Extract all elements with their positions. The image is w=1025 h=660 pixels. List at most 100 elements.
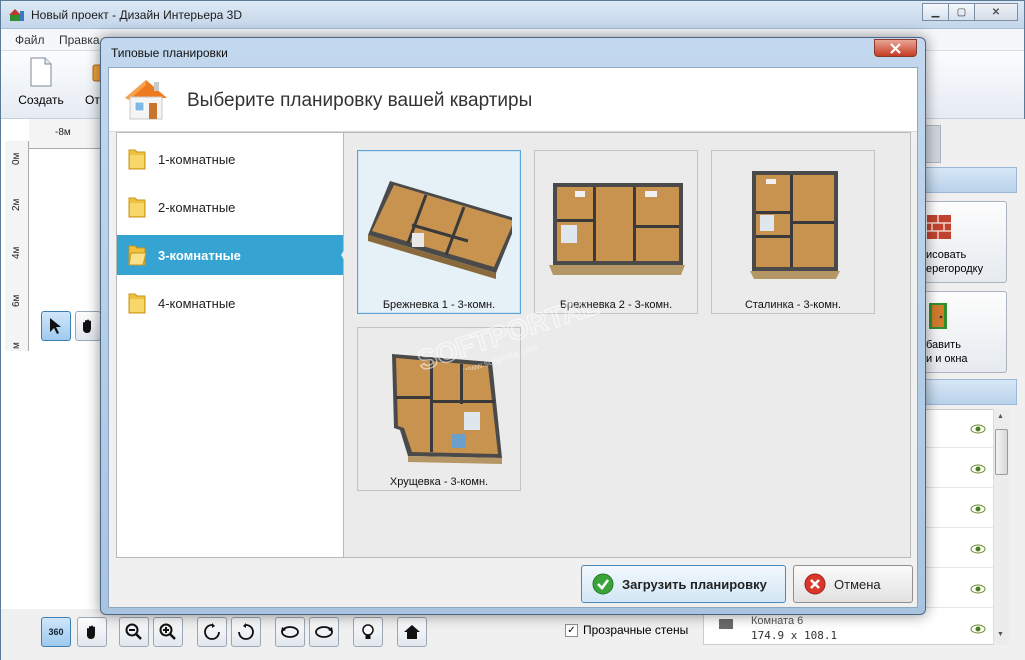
room-icon	[719, 619, 733, 629]
add-doors-windows-button[interactable]: бавить и и окна	[919, 291, 1007, 373]
new-document-icon	[30, 57, 52, 87]
menu-file[interactable]: Файл	[15, 33, 45, 47]
layout-caption: Брежневка 2 - 3-комн.	[559, 299, 673, 311]
draw-partition-button[interactable]: исовать ерегородку	[919, 201, 1007, 283]
orbit-left-icon	[281, 626, 299, 638]
create-button[interactable]: Создать	[15, 57, 67, 107]
hand-icon	[87, 625, 95, 639]
close-icon	[890, 42, 901, 54]
scroll-thumb[interactable]	[995, 429, 1008, 475]
menu-edit[interactable]: Правка	[59, 33, 100, 47]
category-list: 1-комнатные 2-комнатные 3-комнатные 4-ко…	[116, 132, 354, 558]
layout-tile-brezhnevka-1[interactable]: Брежневка 1 - 3-комн.	[357, 150, 521, 314]
minimize-button[interactable]: ▁	[922, 3, 949, 21]
dialog-heading: Выберите планировку вашей квартиры	[187, 90, 533, 111]
draw-partition-line-2: ерегородку	[926, 263, 984, 275]
pan-view-button[interactable]	[77, 617, 107, 647]
load-layout-button[interactable]: Загрузить планировку	[581, 565, 786, 603]
room-name: Комната 6	[751, 615, 804, 627]
home-view-button[interactable]	[397, 617, 427, 647]
window-title: Новый проект - Дизайн Интерьера 3D	[31, 8, 243, 22]
open-button[interactable]: Отк	[71, 57, 114, 107]
layout-caption: Хрущевка - 3-комн.	[389, 476, 489, 488]
category-2-room[interactable]: 2-комнатные	[117, 187, 343, 227]
floor-plan-thumbnail	[368, 181, 512, 279]
dialog-header: Выберите планировку вашей квартиры	[109, 68, 917, 132]
folder-icon	[128, 293, 146, 314]
add-doors-line-2: и и окна	[926, 353, 968, 365]
layout-tile-brezhnevka-2[interactable]: Брежневка 2 - 3-комн.	[534, 150, 698, 314]
ruler-left-label-3: 6м	[11, 294, 22, 307]
pan-tool-button[interactable]	[75, 311, 101, 341]
scroll-down-icon[interactable]: ▼	[997, 631, 1004, 638]
door-icon	[929, 303, 947, 329]
close-button[interactable]: ✕	[974, 3, 1018, 21]
ruler-left-label-4: м	[11, 342, 22, 349]
cancel-button[interactable]: Отмена	[793, 565, 913, 603]
objects-scrollbar[interactable]: ▲ ▼	[993, 409, 1009, 645]
visibility-eye-icon[interactable]	[970, 464, 986, 474]
transparent-walls-checkbox[interactable]: ✓	[565, 623, 578, 637]
floor-plan-thumbnail	[392, 354, 502, 464]
floor-plan-thumbnail	[549, 183, 685, 275]
list-item[interactable]	[704, 610, 994, 648]
ruler-left-label-0: 0м	[11, 152, 22, 165]
rotate-left-button[interactable]	[197, 617, 227, 647]
house-icon	[125, 80, 167, 120]
light-button[interactable]	[353, 617, 383, 647]
rotate-right-icon	[238, 623, 254, 640]
right-panel-header	[919, 167, 1017, 193]
cancel-label: Отмена	[834, 576, 881, 592]
load-layout-label: Загрузить планировку	[622, 576, 767, 592]
ruler-left-label-1: 2м	[11, 198, 22, 211]
home-icon	[404, 625, 420, 639]
category-4-room[interactable]: 4-комнатные	[117, 283, 343, 323]
visibility-eye-icon[interactable]	[970, 504, 986, 514]
open-folder-icon	[128, 245, 147, 266]
layout-tile-khrushchevka[interactable]: Хрущевка - 3-комн.	[357, 327, 521, 491]
zoom-in-button[interactable]	[153, 617, 183, 647]
dialog-body: Выберите планировку вашей квартиры 1-ком…	[108, 67, 918, 608]
transparent-walls-option[interactable]: ✓ Прозрачные стены	[565, 623, 688, 637]
scroll-up-icon[interactable]: ▲	[997, 413, 1004, 420]
category-3-room[interactable]: 3-комнатные	[117, 235, 354, 275]
folder-icon	[128, 197, 146, 218]
visibility-eye-icon[interactable]	[970, 424, 986, 434]
dialog-title: Типовые планировки	[111, 46, 228, 60]
rotate-360-label: 360	[48, 627, 64, 637]
rotate-360-button[interactable]: 360	[41, 617, 71, 647]
layout-caption: Сталинка - 3-комн.	[744, 299, 842, 311]
category-1-room[interactable]: 1-комнатные	[117, 139, 343, 179]
app-logo-icon	[9, 9, 24, 21]
orbit-right-button[interactable]	[309, 617, 339, 647]
select-tool-button[interactable]	[41, 311, 71, 341]
draw-partition-line-1: исовать	[926, 249, 967, 261]
dialog-close-button[interactable]	[874, 39, 917, 57]
add-doors-line-1: бавить	[926, 339, 961, 351]
layout-grid: Брежневка 1 - 3-комн. Брежневка 2 - 3-ко…	[344, 132, 911, 558]
visibility-eye-icon[interactable]	[970, 544, 986, 554]
zoom-out-icon	[125, 623, 142, 640]
room-size: 174.9 x 108.1	[751, 629, 838, 642]
visibility-eye-icon[interactable]	[970, 584, 986, 594]
zoom-out-button[interactable]	[119, 617, 149, 647]
create-label: Создать	[18, 93, 64, 107]
check-icon	[592, 573, 614, 595]
ruler-left: 0м 2м 4м 6м м	[5, 141, 29, 351]
brick-wall-icon	[927, 215, 951, 239]
rotate-left-icon	[204, 623, 220, 640]
maximize-button[interactable]: ▢	[948, 3, 975, 21]
ruler-top: -8м	[29, 119, 109, 149]
category-label: 3-комнатные	[158, 248, 241, 263]
light-bulb-icon	[362, 624, 374, 639]
visibility-eye-icon[interactable]	[970, 624, 986, 634]
floor-plan-thumbnail	[750, 171, 840, 279]
category-label: 4-комнатные	[158, 296, 236, 311]
layout-caption: Брежневка 1 - 3-комн.	[382, 299, 496, 311]
hand-icon	[83, 319, 91, 333]
folder-icon	[128, 149, 146, 170]
rotate-right-button[interactable]	[231, 617, 261, 647]
orbit-left-button[interactable]	[275, 617, 305, 647]
layout-tile-stalinka[interactable]: Сталинка - 3-комн.	[711, 150, 875, 314]
objects-list-header	[919, 379, 1017, 405]
